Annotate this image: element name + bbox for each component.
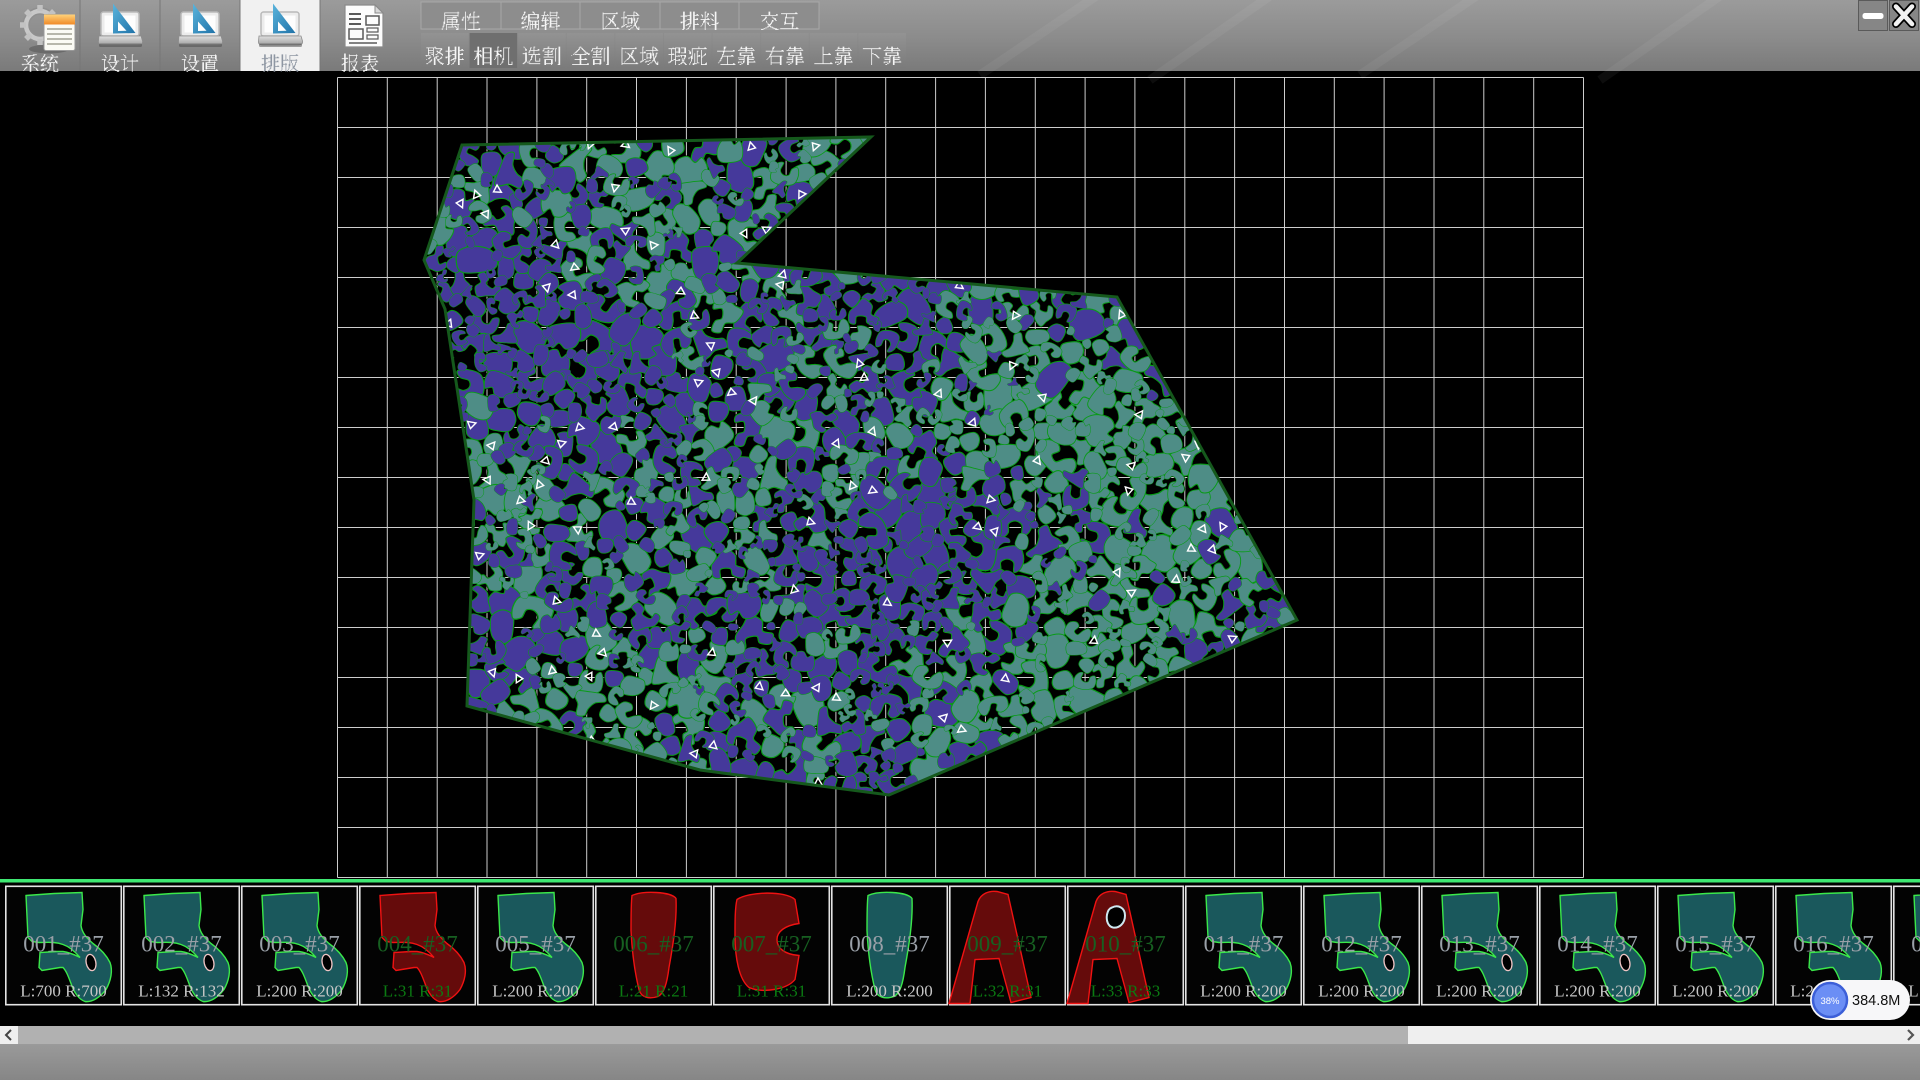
svg-text:L:31 R:31: L:31 R:31 — [737, 982, 806, 1001]
svg-text:004_#37: 004_#37 — [377, 932, 458, 957]
svg-text:L:200 R:200: L:200 R:200 — [1436, 982, 1522, 1001]
svg-text:003_#37: 003_#37 — [259, 932, 340, 957]
svg-text:012_#37: 012_#37 — [1321, 932, 1402, 957]
svg-text:013_#37: 013_#37 — [1439, 932, 1520, 957]
svg-text:L:700 R:700: L:700 R:700 — [20, 982, 106, 1001]
svg-text:L:200 R:200: L:200 R:200 — [1554, 982, 1640, 1001]
svg-text:L:200 R:200: L:200 R:200 — [492, 982, 578, 1001]
svg-text:005_#37: 005_#37 — [495, 932, 576, 957]
svg-text:011_#37: 011_#37 — [1204, 932, 1284, 957]
svg-text:015_#37: 015_#37 — [1675, 932, 1756, 957]
svg-text:016_#37: 016_#37 — [1793, 932, 1874, 957]
svg-text:L:200 R:200: L:200 R:200 — [846, 982, 932, 1001]
svg-text:014_#37: 014_#37 — [1557, 932, 1638, 957]
svg-text:009_#37: 009_#37 — [967, 932, 1048, 957]
svg-text:L:200 R:200: L:200 R:200 — [1318, 982, 1404, 1001]
svg-text:L:32 R:31: L:32 R:31 — [973, 982, 1042, 1001]
svg-text:008_#37: 008_#37 — [849, 932, 930, 957]
svg-text:38%: 38% — [1820, 996, 1840, 1007]
svg-text:L:21 R:21: L:21 R:21 — [619, 982, 688, 1001]
svg-text:010_#37: 010_#37 — [1085, 932, 1166, 957]
svg-text:006_#37: 006_#37 — [613, 932, 694, 957]
svg-text:007_#37: 007_#37 — [731, 932, 812, 957]
svg-text:L:200 R:200: L:200 R:200 — [1672, 982, 1758, 1001]
svg-text:001_#37: 001_#37 — [23, 932, 104, 957]
svg-text:002_#37: 002_#37 — [141, 932, 222, 957]
svg-text:L:200 R:200: L:200 R:200 — [1200, 982, 1286, 1001]
svg-text:L:31 R:31: L:31 R:31 — [383, 982, 452, 1001]
svg-text:384.8M: 384.8M — [1852, 993, 1900, 1009]
svg-text:L:200 R:200: L:200 R:200 — [256, 982, 342, 1001]
svg-text:017_#37: 017_#37 — [1911, 932, 1920, 957]
svg-text:L:200 R:200: L:200 R:200 — [1908, 982, 1920, 1001]
svg-text:L:33 R:33: L:33 R:33 — [1091, 982, 1160, 1001]
svg-text:L:132 R:132: L:132 R:132 — [138, 982, 224, 1001]
